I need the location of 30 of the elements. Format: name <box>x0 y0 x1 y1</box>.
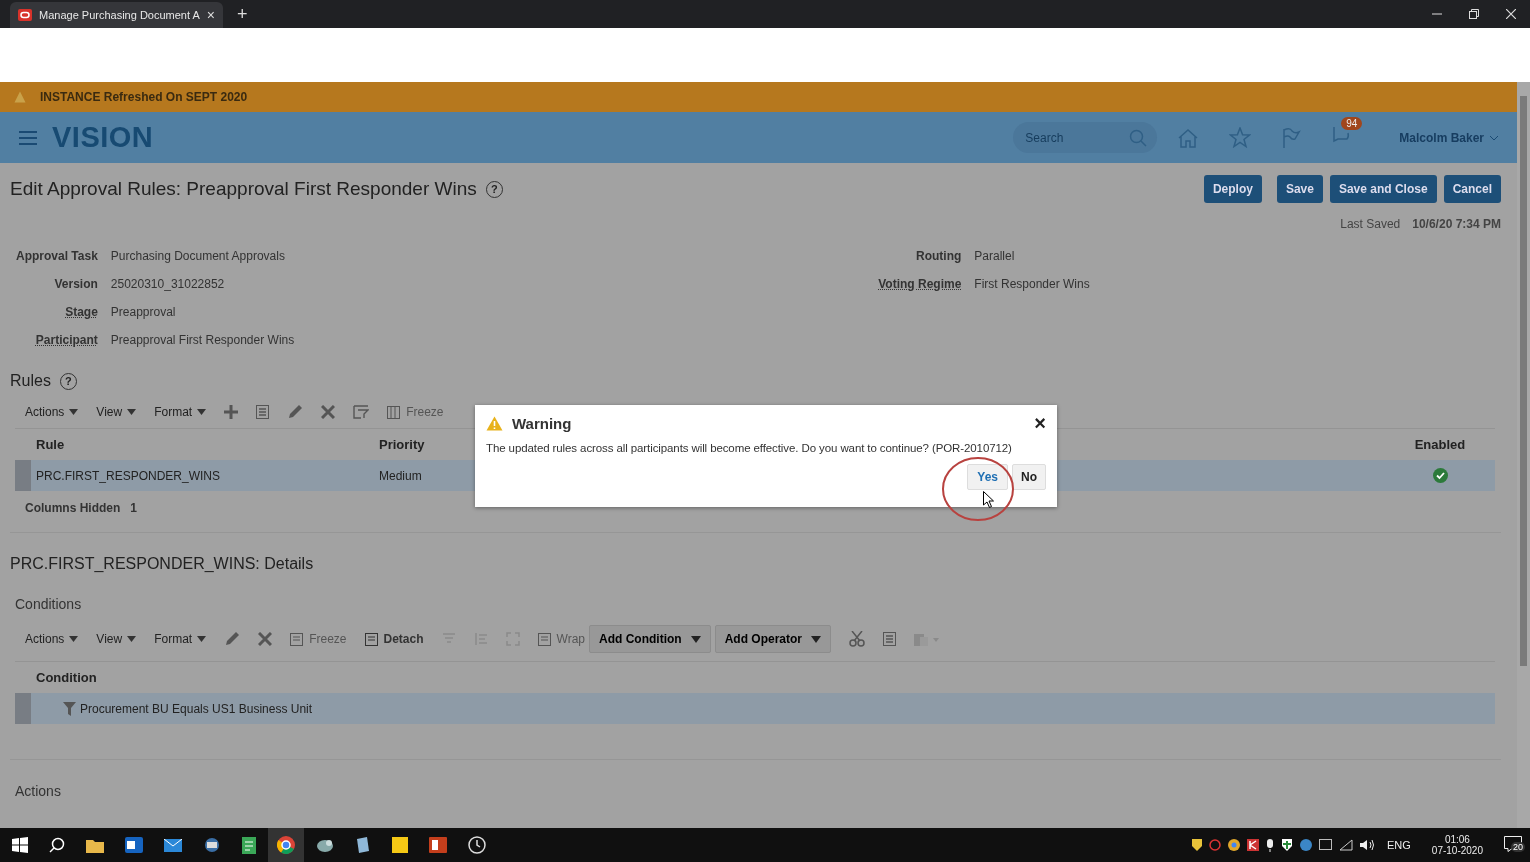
tab-title: Manage Purchasing Document A <box>39 9 200 21</box>
field-value: Preapproval <box>110 304 177 321</box>
dialog-title: Warning <box>512 414 572 432</box>
dialog-message: The updated rules across all participants will become effective. Do you want to continue? (POR-2010712) <box>486 442 1013 454</box>
field-label: Routing <box>915 248 963 265</box>
field-value: Parallel <box>974 248 1016 265</box>
section-title: Rules <box>10 372 51 390</box>
subsection-title: Conditions <box>14 596 83 612</box>
last-saved-label: Last Saved <box>1340 217 1401 231</box>
section-title: PRC.FIRST_RESPONDER_WINS: Details <box>10 555 315 573</box>
last-saved-value: 10/6/20 7:34 PM <box>1412 217 1501 231</box>
banner-text: INSTANCE Refreshed On SEPT 2020 <box>40 90 248 104</box>
subsection-title: Actions <box>14 783 62 799</box>
field-value: Purchasing Document Approvals <box>110 248 286 265</box>
page-title: Edit Approval Rules: Preapproval First Responder Wins <box>10 178 477 200</box>
notification-count: 20 <box>1511 841 1525 852</box>
table-cell: Procurement BU Equals US1 Business Unit <box>80 701 313 716</box>
table-cell-text: Medium <box>379 468 423 483</box>
field-label: Participant <box>34 332 99 349</box>
field-value: First Responder Wins <box>974 276 1090 293</box>
hidden-columns-count: 1 <box>130 501 138 515</box>
field-value: Preapproval First Responder Wins <box>110 332 295 349</box>
notification-badge: 94 <box>1341 117 1363 130</box>
field-label: Stage <box>64 304 99 321</box>
field-label: Approval Task <box>15 248 99 265</box>
field-value: 25020310_31022852 <box>110 276 226 293</box>
field-label: Version <box>53 276 99 293</box>
hidden-columns-label: Columns Hidden <box>25 501 121 515</box>
field-label: Voting Regime <box>877 276 963 293</box>
table-cell-text: PRC.FIRST_RESPONDER_WINS <box>36 468 222 483</box>
